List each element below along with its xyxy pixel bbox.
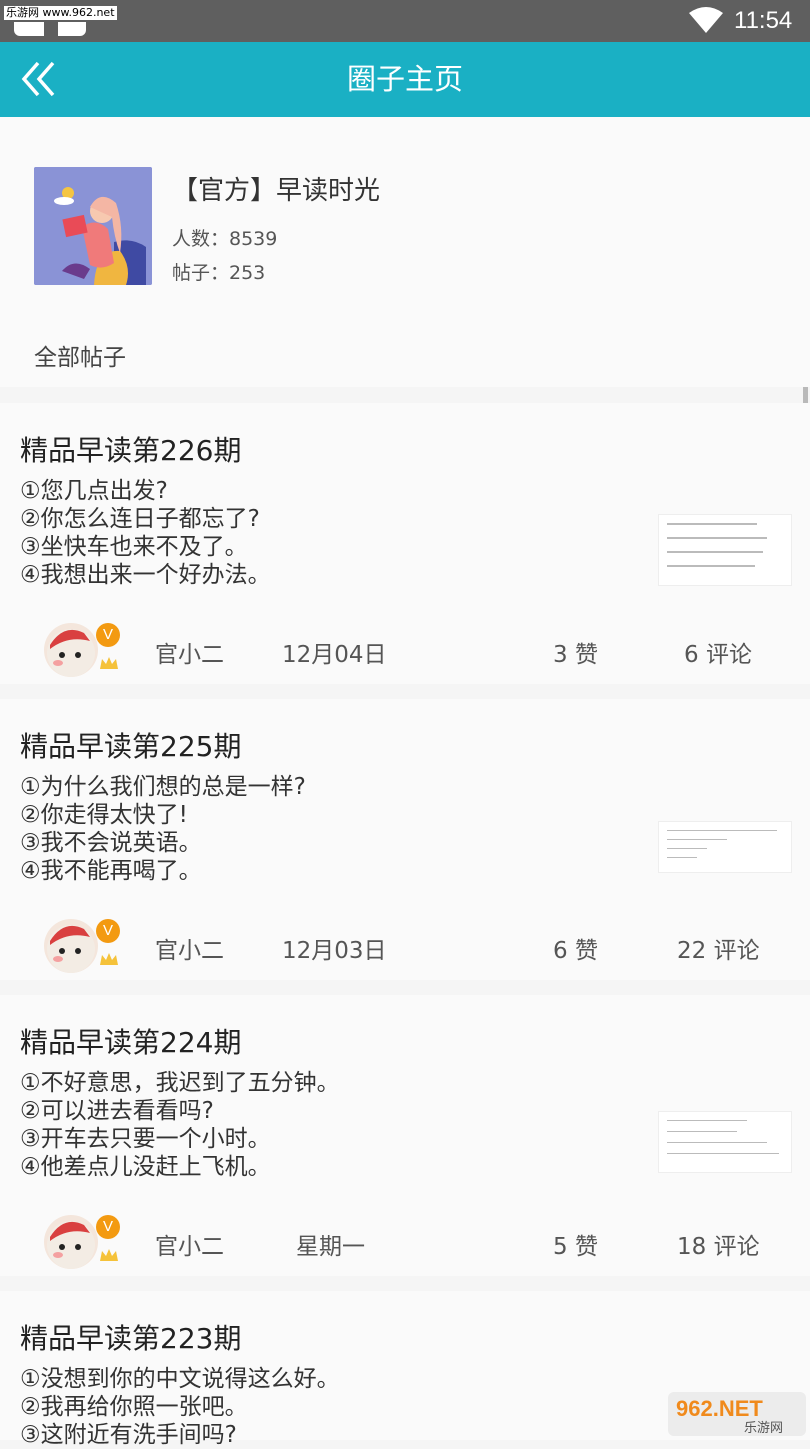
circle-info: 【官方】早读时光 人数：8539 帖子：253 全部帖子 [0,117,810,387]
verified-badge-icon: V [96,919,120,943]
author-name[interactable]: 官小二 [155,635,224,669]
svg-text:962.NET: 962.NET [676,1396,763,1421]
post-thumbnail[interactable] [658,821,792,873]
post-excerpt: ①您几点出发? ②你怎么连日子都忘了? ③坐快车也来不及了。 ④我想出来一个好办… [20,477,271,589]
post-card[interactable]: 精品早读第224期 ①不好意思，我迟到了五分钟。 ②可以进去看看吗? ③开车去只… [0,995,810,1276]
excerpt-line: ①不好意思，我迟到了五分钟。 [20,1070,340,1096]
comment-count[interactable]: 18 评论 [677,1227,760,1261]
post-excerpt: ①没想到你的中文说得这么好。 ②我再给你照一张吧。 ③这附近有洗手间吗? [20,1365,340,1449]
member-count: 人数：8539 [172,228,278,250]
watermark-text: 乐游网 www.962.net [4,6,117,20]
post-title: 精品早读第223期 [20,1322,242,1355]
like-count[interactable]: 3 赞 [553,635,598,669]
comment-count[interactable]: 6 评论 [684,635,752,669]
svg-text:乐游网: 乐游网 [744,1421,783,1436]
excerpt-line: ②我再给你照一张吧。 [20,1394,248,1420]
verified-badge-icon: V [96,623,120,647]
post-date: 12月03日 [282,938,387,964]
wifi-icon [689,7,723,33]
excerpt-line: ④我不能再喝了。 [20,858,202,884]
like-count[interactable]: 6 赞 [553,931,598,965]
post-title: 精品早读第224期 [20,1026,242,1059]
page-title: 圈子主页 [346,62,463,96]
comment-count[interactable]: 22 评论 [677,931,760,965]
post-excerpt: ①为什么我们想的总是一样? ②你走得太快了! ③我不会说英语。 ④我不能再喝了。 [20,773,306,885]
post-card[interactable]: 精品早读第226期 ①您几点出发? ②你怎么连日子都忘了? ③坐快车也来不及了。… [0,403,810,684]
crown-icon [100,657,118,669]
clock: 11:54 [734,7,793,34]
excerpt-line: ④我想出来一个好办法。 [20,562,271,588]
post-date: 星期一 [296,1234,365,1260]
circle-avatar [34,167,152,285]
post-title: 精品早读第225期 [20,730,242,763]
excerpt-line: ①您几点出发? [20,478,168,504]
reading-girl-illustration [34,167,152,285]
post-card[interactable]: 精品早读第225期 ①为什么我们想的总是一样? ②你走得太快了! ③我不会说英语… [0,699,810,980]
excerpt-line: ①没想到你的中文说得这么好。 [20,1366,340,1392]
watermark-logo: 962.NET 乐游网 [668,1392,806,1436]
post-thumbnail[interactable] [658,514,792,586]
author-name[interactable]: 官小二 [155,1227,224,1261]
author-name[interactable]: 官小二 [155,931,224,965]
author-avatar[interactable] [44,919,98,973]
excerpt-line: ①为什么我们想的总是一样? [20,774,306,800]
post-date: 12月04日 [282,642,387,668]
excerpt-line: ②你走得太快了! [20,802,188,828]
author-avatar[interactable] [44,623,98,677]
circle-name: 【官方】早读时光 [172,176,381,206]
excerpt-line: ②你怎么连日子都忘了? [20,506,260,532]
excerpt-line: ③开车去只要一个小时。 [20,1126,271,1152]
crown-icon [100,953,118,965]
title-bar: 圈子主页 [0,42,810,117]
post-count: 帖子：253 [172,262,266,284]
excerpt-line: ④他差点儿没赶上飞机。 [20,1154,271,1180]
tab-all-posts[interactable]: 全部帖子 [34,338,126,372]
verified-badge-icon: V [96,1215,120,1239]
excerpt-line: ③我不会说英语。 [20,830,202,856]
post-thumbnail[interactable] [658,1111,792,1173]
status-bar-notification-icon [14,22,86,36]
status-bar: 乐游网 www.962.net 11:54 [0,0,810,42]
like-count[interactable]: 5 赞 [553,1227,598,1261]
excerpt-line: ③坐快车也来不及了。 [20,534,248,560]
crown-icon [100,1249,118,1261]
post-title: 精品早读第226期 [20,434,242,467]
author-avatar[interactable] [44,1215,98,1269]
excerpt-line: ③这附近有洗手间吗? [20,1422,237,1448]
excerpt-line: ②可以进去看看吗? [20,1098,214,1124]
post-excerpt: ①不好意思，我迟到了五分钟。 ②可以进去看看吗? ③开车去只要一个小时。 ④他差… [20,1069,340,1181]
